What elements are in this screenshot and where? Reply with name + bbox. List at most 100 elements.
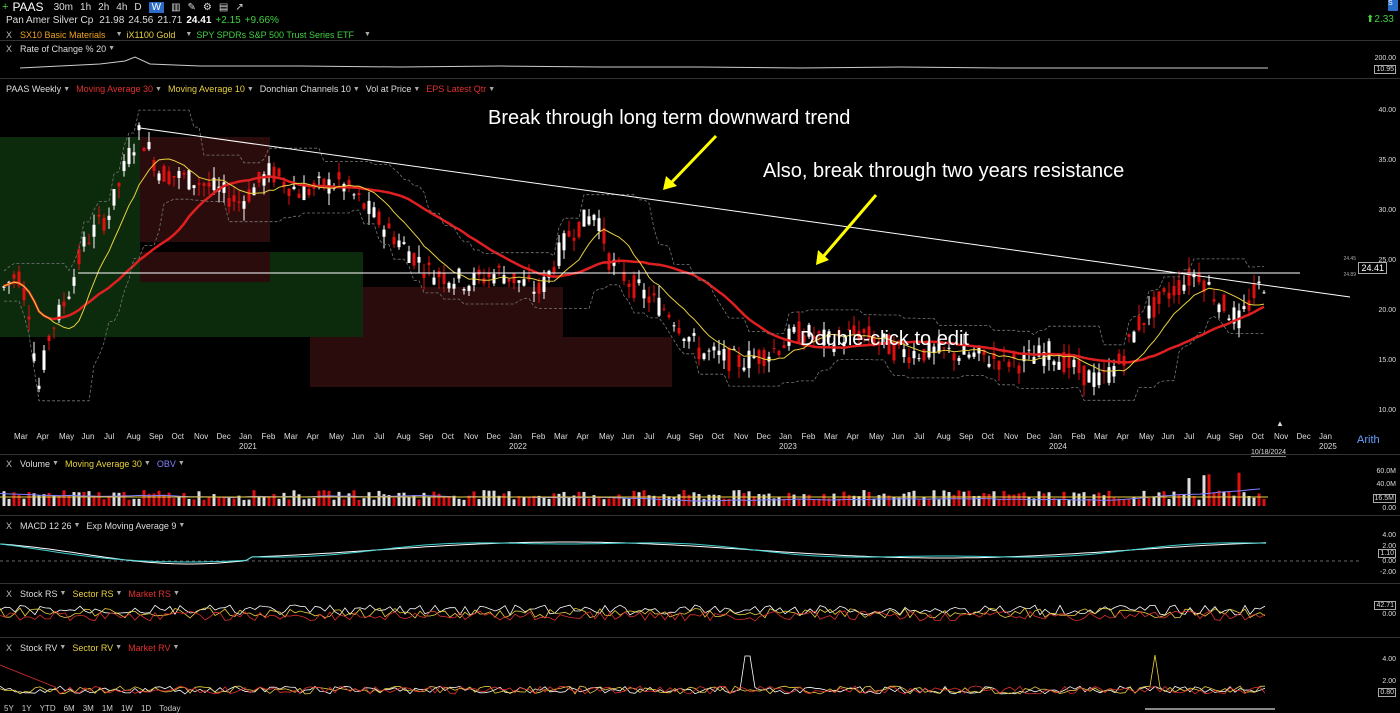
volume-bar [557, 493, 561, 506]
caret-up-icon[interactable]: ▲ [1276, 419, 1284, 428]
annotation-resistance[interactable]: Also, break through two years resistance [763, 160, 1124, 183]
range-today[interactable]: Today [159, 704, 180, 713]
chevron-down-icon[interactable]: ▼ [178, 522, 185, 529]
stockcharts-icon[interactable]: S [1388, 0, 1398, 11]
quote-line: Pan Amer Silver Cp 21.98 24.56 21.71 24.… [0, 14, 279, 27]
range-1y[interactable]: 1Y [22, 704, 32, 713]
legend-macd[interactable]: MACD 12 26 [20, 521, 72, 531]
scrollbar[interactable] [1145, 708, 1275, 710]
symbol-input[interactable]: PAAS [12, 0, 43, 14]
range-5y[interactable]: 5Y [4, 704, 14, 713]
close-icon[interactable]: X [6, 44, 12, 54]
legend-vol-at-price[interactable]: Vol at Price [366, 84, 412, 94]
bar-chart-icon[interactable]: ▥ [171, 2, 180, 13]
close-icon[interactable]: X [6, 30, 12, 40]
candle-body [132, 152, 136, 156]
interval-4h[interactable]: 4h [116, 2, 127, 13]
plus-icon[interactable]: + [2, 1, 8, 13]
range-3m[interactable]: 3M [83, 704, 94, 713]
candle-body [392, 236, 396, 245]
candle-body [1092, 372, 1096, 387]
volume-bar [492, 490, 496, 506]
layout-icon[interactable]: ▤ [219, 2, 228, 13]
legend-ma30[interactable]: Moving Average 30 [76, 84, 153, 94]
compare-basic-materials[interactable]: SX10 Basic Materials [20, 30, 106, 40]
chevron-down-icon[interactable]: ▼ [353, 86, 360, 93]
quote-change-pct: +9.66% [244, 15, 279, 26]
volume-bar [1122, 499, 1126, 506]
arrow-trend [667, 134, 718, 187]
candle-body [432, 277, 436, 285]
chevron-down-icon[interactable]: ▼ [108, 45, 115, 52]
candle-body [762, 349, 766, 366]
interval-2h[interactable]: 2h [98, 2, 109, 13]
chevron-down-icon[interactable]: ▼ [185, 31, 192, 38]
compare-gold[interactable]: iX1100 Gold [127, 30, 176, 40]
candle-body [72, 277, 76, 286]
candle-body [1137, 316, 1141, 331]
draw-pencil-icon[interactable]: ✎ [188, 2, 196, 13]
chevron-down-icon[interactable]: ▼ [155, 86, 162, 93]
volume-bar [682, 490, 686, 506]
roc-title[interactable]: Rate of Change % 20 [20, 44, 106, 54]
macd-tick: 0.00 [1382, 558, 1396, 565]
volume-bar [1002, 490, 1006, 506]
volume-bar [227, 498, 231, 506]
volume-bar [552, 493, 556, 506]
range-1m[interactable]: 1M [102, 704, 113, 713]
volume-bar [1197, 499, 1201, 506]
volume-bar [282, 492, 286, 506]
candle-body [717, 350, 721, 355]
range-6m[interactable]: 6M [64, 704, 75, 713]
month-label: May [599, 432, 615, 441]
price-chart[interactable] [0, 95, 1400, 425]
annotation-trend[interactable]: Break through long term downward trend [488, 107, 850, 130]
compare-spy[interactable]: SPY SPDRs S&P 500 Trust Series ETF [196, 30, 354, 40]
legend-eps[interactable]: EPS Latest Qtr [426, 84, 486, 94]
chevron-down-icon[interactable]: ▼ [63, 86, 70, 93]
chevron-down-icon[interactable]: ▼ [364, 31, 371, 38]
volume-bar [1107, 490, 1111, 506]
month-label: Oct [441, 432, 454, 441]
volume-bar [1142, 490, 1146, 506]
interval-30m[interactable]: 30m [54, 2, 73, 13]
macd-signal-line [0, 542, 1267, 563]
legend-paas-weekly[interactable]: PAAS Weekly [6, 84, 61, 94]
interval-1h[interactable]: 1h [80, 2, 91, 13]
annotation-edit-hint[interactable]: Double-click to edit [800, 328, 969, 351]
volume-bar [207, 496, 211, 506]
volume-bar [1257, 493, 1261, 506]
candle-body [572, 237, 576, 241]
chevron-down-icon[interactable]: ▼ [488, 86, 495, 93]
legend-donchian[interactable]: Donchian Channels 10 [260, 84, 351, 94]
candle-body [302, 185, 306, 200]
candle-body [197, 183, 201, 185]
range-ytd[interactable]: YTD [40, 704, 56, 713]
interval-w[interactable]: W [148, 1, 165, 13]
candle-body [1187, 268, 1191, 286]
interval-d[interactable]: D [134, 2, 141, 13]
legend-ma10[interactable]: Moving Average 10 [168, 84, 245, 94]
month-label: Oct [1251, 432, 1264, 441]
legend-ema9[interactable]: Exp Moving Average 9 [86, 521, 176, 531]
volume-bar [192, 499, 196, 506]
candle-body [87, 242, 91, 244]
range-1w[interactable]: 1W [121, 704, 133, 713]
arrow-resistance [820, 194, 878, 259]
share-icon[interactable]: ↗ [235, 2, 243, 13]
range-1d[interactable]: 1D [141, 704, 151, 713]
chevron-down-icon[interactable]: ▼ [74, 522, 81, 529]
chevron-down-icon[interactable]: ▼ [247, 86, 254, 93]
volume-bar [667, 496, 671, 506]
chevron-down-icon[interactable]: ▼ [413, 86, 420, 93]
candle-body [752, 356, 756, 359]
chevron-down-icon[interactable]: ▼ [116, 31, 123, 38]
settings-icon[interactable]: ⚙ [203, 2, 212, 13]
volume-tick: 60.0M [1376, 468, 1396, 475]
volume-bar [1082, 492, 1086, 506]
close-icon[interactable]: X [6, 521, 12, 531]
month-label: Dec [486, 432, 501, 441]
volume-tag: 16.5M [1372, 494, 1396, 503]
volume-bar [342, 499, 346, 506]
volume-bar [242, 499, 246, 506]
